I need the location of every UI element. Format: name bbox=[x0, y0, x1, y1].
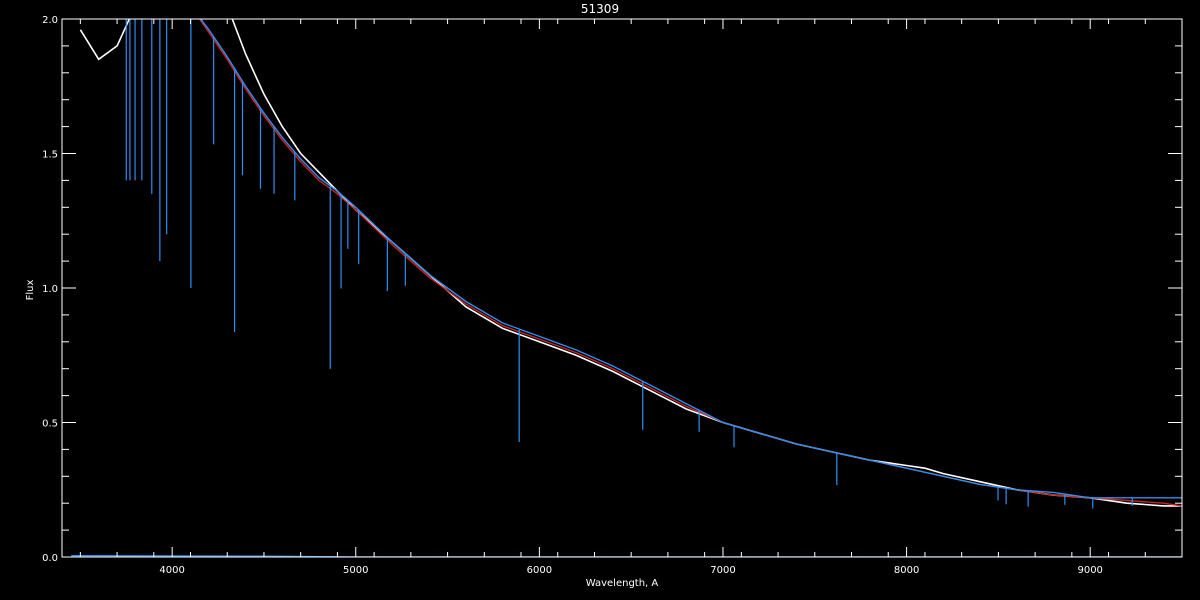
x-tick-label: 7000 bbox=[710, 565, 735, 576]
x-axis-title: Wavelength, A bbox=[586, 578, 659, 589]
y-tick-label: 1.0 bbox=[42, 284, 58, 295]
y-tick-label: 1.5 bbox=[42, 150, 58, 161]
x-tick-label: 8000 bbox=[894, 565, 919, 576]
y-axis-title: Flux bbox=[25, 280, 36, 301]
y-tick-label: 2.0 bbox=[42, 15, 58, 26]
y-tick-label: 0.0 bbox=[42, 553, 58, 564]
x-tick-label: 5000 bbox=[343, 565, 368, 576]
chart-background bbox=[0, 0, 1200, 600]
x-tick-label: 9000 bbox=[1077, 565, 1102, 576]
y-tick-label: 0.5 bbox=[42, 419, 58, 430]
x-tick-label: 6000 bbox=[527, 565, 552, 576]
chart-title: 51309 bbox=[581, 2, 619, 16]
spectrum-chart: 51309 4000 5000 6000 7000 8000 9000 0.0 0.5 1.0 1… bbox=[0, 0, 1200, 600]
x-tick-label: 4000 bbox=[159, 565, 184, 576]
